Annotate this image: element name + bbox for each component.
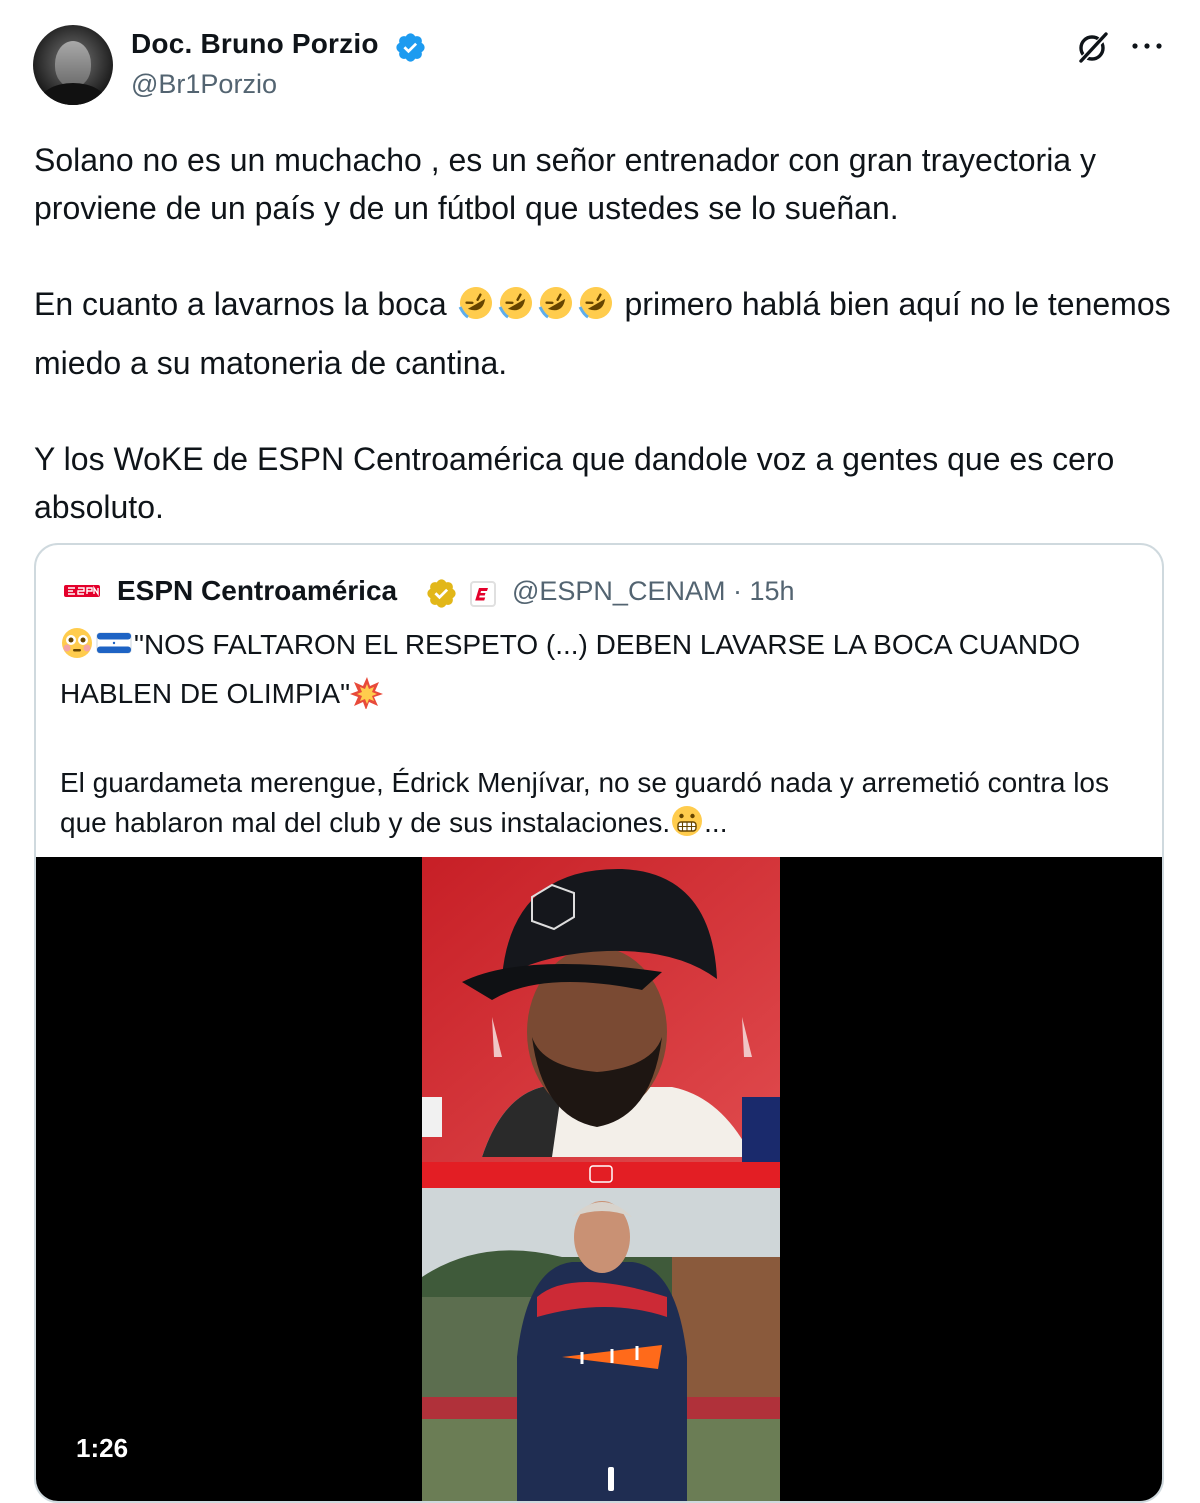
avatar-shoulders xyxy=(39,83,107,105)
rofl-emoji-icon xyxy=(538,287,572,319)
author-handle[interactable]: @Br1Porzio xyxy=(131,69,277,100)
quoted-handle-time[interactable]: @ESPN_CENAM · 15h xyxy=(512,576,795,607)
quoted-headline: 😳🇭🇳"NOS FALTARON EL RESPETO (...) DEBEN … xyxy=(60,625,1140,723)
avatar-face xyxy=(55,41,91,87)
ellipsis-text: ... xyxy=(704,807,728,838)
author-display-name[interactable]: Doc. Bruno Porzio xyxy=(131,28,379,60)
rofl-emoji-icon xyxy=(458,287,492,319)
espn-logo-icon xyxy=(64,585,100,597)
tweet-paragraph-3: Y los WoKE de ESPN Centroamérica que dan… xyxy=(34,441,1115,525)
rofl-emoji-icon xyxy=(498,287,532,319)
body-text: El guardameta merengue, Édrick Menjívar,… xyxy=(60,767,1110,838)
headline-text: "NOS FALTARON EL RESPETO (...) DEBEN LAV… xyxy=(60,629,1081,709)
quoted-body: El guardameta merengue, Édrick Menjívar,… xyxy=(60,763,1140,852)
rofl-emoji-icon xyxy=(578,287,612,319)
collision-emoji-icon xyxy=(350,677,384,709)
flushed-face-emoji-icon xyxy=(62,628,92,658)
grimacing-face-emoji-icon xyxy=(672,806,703,836)
verified-badge-icon xyxy=(396,33,425,62)
author-avatar[interactable] xyxy=(33,25,113,105)
honduras-flag-icon xyxy=(96,632,132,654)
quoted-author-name[interactable]: ESPN Centroamérica xyxy=(117,575,397,607)
video-frame-thumbnail xyxy=(422,857,780,1501)
video-duration: 1:26 xyxy=(76,1433,129,1463)
video-player[interactable]: 1:26 xyxy=(36,857,1162,1501)
quoted-tweet-card[interactable]: ESPN Centroamérica @ESPN_CENAM · 15h 😳🇭🇳… xyxy=(34,543,1164,1503)
gold-verified-badge-icon xyxy=(427,579,456,608)
quoted-tweet-text: 😳🇭🇳"NOS FALTARON EL RESPETO (...) DEBEN … xyxy=(60,625,1140,852)
tweet-paragraph-1: Solano no es un muchacho , es un señor e… xyxy=(34,142,1096,226)
grok-icon[interactable] xyxy=(1075,29,1111,65)
tweet-paragraph-2: En cuanto a lavarnos la boca 🤣🤣🤣🤣 primer… xyxy=(34,280,1174,387)
espn-affiliate-icon xyxy=(470,581,496,607)
tweet-text: Solano no es un muchacho , es un señor e… xyxy=(34,136,1174,531)
paragraph-2-start: En cuanto a lavarnos la boca xyxy=(34,286,456,322)
video-thumbnail-image xyxy=(422,857,780,1501)
more-options-icon[interactable] xyxy=(1130,38,1164,54)
